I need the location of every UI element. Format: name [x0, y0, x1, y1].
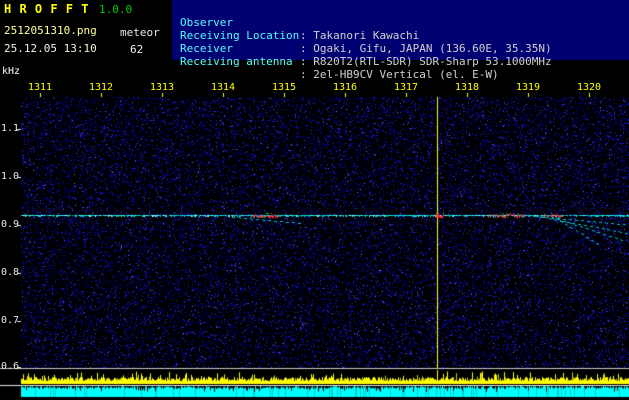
info-row-antenna: Receiving antenna : 2el-HB9CV Vertical (…: [172, 42, 629, 81]
field-value: : 2el-HB9CV Vertical (el. E-W): [300, 68, 499, 81]
timestamp: 25.12.05 13:10: [4, 42, 97, 55]
echo-count: 62: [130, 43, 144, 56]
y-tick-label: 0.7: [1, 315, 20, 326]
x-tick-label: 1313: [149, 82, 175, 93]
x-tick-label: 1311: [27, 82, 53, 93]
y-axis-unit: kHz: [2, 66, 21, 77]
field-label: Receiving antenna: [180, 55, 293, 68]
mode-label: meteor: [120, 26, 160, 39]
x-tick-label: 1316: [332, 82, 358, 93]
info-row-receiver: Receiver : R820T2(RTL-SDR) SDR-Sharp 53.…: [172, 29, 629, 68]
output-filename: 2512051310.png: [4, 24, 97, 37]
y-tick-label: 1.0: [1, 171, 20, 182]
x-tick-label: 1315: [271, 82, 297, 93]
y-tick-label: 1.1: [1, 123, 20, 134]
y-tick-label: 0.9: [1, 219, 20, 230]
app-title: H R O F F T: [4, 2, 89, 16]
x-tick-label: 1320: [576, 82, 602, 93]
x-tick-label: 1317: [393, 82, 419, 93]
x-tick-label: 1312: [88, 82, 114, 93]
y-tick-label: 0.8: [1, 267, 20, 278]
info-row-observer: Observer : Takanori Kawachi: [172, 3, 629, 42]
x-tick-label: 1314: [210, 82, 236, 93]
hrofft-window: H R O F F T 1.0.0 2512051310.png meteor …: [0, 0, 629, 400]
field-value: : R820T2(RTL-SDR) SDR-Sharp 53.1000MHz: [300, 55, 552, 68]
station-info-panel: Observer : Takanori Kawachi Receiving Lo…: [172, 0, 629, 81]
app-version: 1.0.0: [99, 3, 133, 16]
info-row-location: Receiving Location : Ogaki, Gifu, JAPAN …: [172, 16, 629, 55]
y-tick-label: 0.6: [1, 361, 20, 372]
x-tick-label: 1318: [454, 82, 480, 93]
x-tick-label: 1319: [515, 82, 541, 93]
